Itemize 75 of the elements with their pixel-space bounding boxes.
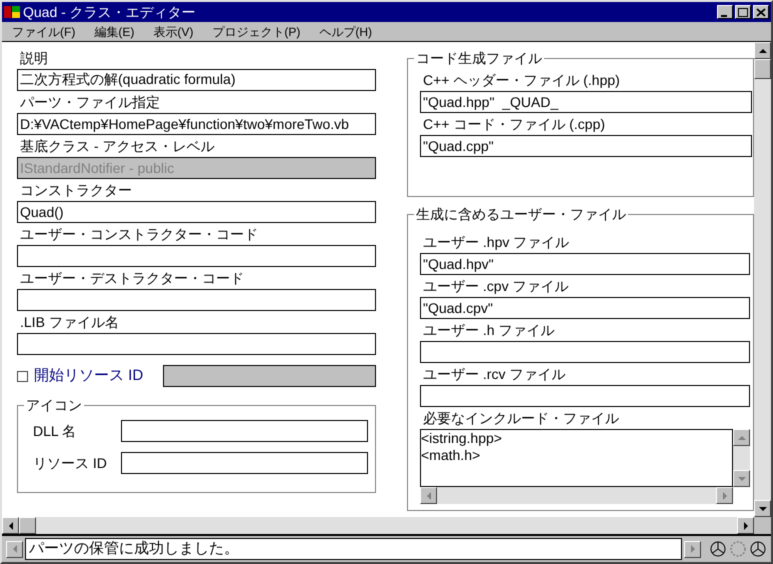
triangle-icon — [736, 434, 746, 442]
text-field[interactable]: "Quad.cpv" — [420, 297, 750, 319]
scroll-thumb[interactable] — [754, 59, 771, 79]
status-right-button[interactable] — [684, 540, 701, 558]
close-icon — [756, 8, 766, 16]
field-label: 必要なインクルード・ファイル — [422, 409, 620, 428]
text-field[interactable] — [121, 420, 368, 442]
text-field[interactable] — [420, 341, 750, 363]
scroll-up-button[interactable] — [733, 429, 750, 446]
scrollbar[interactable] — [2, 517, 754, 534]
include-line: <math.h> — [421, 447, 482, 464]
status-message: パーツの保管に成功しました。 — [25, 538, 682, 560]
text-field[interactable] — [17, 333, 376, 355]
scroll-right-button[interactable] — [737, 517, 754, 534]
text-field[interactable]: D:¥VACtemp¥HomePage¥function¥two¥moreTwo.vb — [17, 113, 376, 135]
text-field[interactable]: Quad() — [17, 201, 376, 223]
field-label: ユーザー .hpv ファイル — [422, 233, 570, 252]
scroll-thumb[interactable] — [19, 517, 36, 534]
field-label: DLL 名 — [33, 422, 78, 440]
minimize-button[interactable] — [717, 5, 733, 19]
checkbox[interactable] — [17, 370, 28, 382]
triangle-icon — [10, 544, 18, 554]
scrollbar[interactable] — [754, 42, 771, 517]
field-label: パーツ・ファイル指定 — [19, 93, 161, 112]
scrollbar[interactable] — [733, 429, 750, 487]
menu-item[interactable]: 編集(E) — [94, 22, 134, 40]
scroll-right-button[interactable] — [716, 487, 733, 504]
menu-item[interactable]: プロジェクト(P) — [212, 22, 300, 40]
field-label: 基底クラス - アクセス・レベル — [19, 137, 216, 156]
text-field[interactable]: 二次方程式の解(quadratic formula) — [17, 69, 376, 91]
scroll-left-button[interactable] — [2, 517, 19, 534]
close-button[interactable] — [753, 5, 769, 19]
include-list-field[interactable]: <istring.hpp> <math.h> — [420, 429, 733, 487]
field-label: 説明 — [19, 49, 49, 68]
scroll-down-button[interactable] — [754, 500, 771, 517]
minimize-icon — [721, 14, 727, 16]
menu-item[interactable]: 表示(V) — [153, 22, 194, 40]
scroll-left-button[interactable] — [420, 487, 437, 504]
field-label: C++ コード・ファイル (.cpp) — [422, 115, 606, 134]
triangle-icon — [758, 46, 768, 54]
field-label: ユーザー .rcv ファイル — [422, 365, 566, 384]
field-label: ユーザー・デストラクター・コード — [19, 269, 245, 288]
circle-icon — [709, 540, 727, 558]
include-line: <istring.hpp> — [421, 430, 503, 447]
scrollbar[interactable] — [420, 487, 733, 504]
text-field[interactable] — [420, 385, 750, 407]
menu-item[interactable]: ファイル(F) — [12, 22, 76, 40]
scroll-down-button[interactable] — [733, 470, 750, 487]
triangle-icon — [424, 490, 432, 500]
scroll-up-button[interactable] — [754, 42, 771, 59]
circle-icon — [749, 540, 767, 558]
field-label: C++ ヘッダー・ファイル (.hpp) — [422, 71, 621, 90]
window-title: Quad - クラス・エディター — [23, 2, 196, 22]
text-field[interactable] — [17, 245, 376, 267]
field-label: コンストラクター — [19, 181, 133, 200]
field-label: リソース ID — [33, 454, 108, 472]
checkbox-label[interactable]: 開始リソース ID — [34, 365, 144, 388]
text-field[interactable]: "Quad.hpv" — [420, 253, 750, 275]
status-left-button[interactable] — [6, 540, 23, 558]
triangle-icon — [688, 544, 696, 554]
field-label: ユーザー .h ファイル — [422, 321, 556, 340]
app-icon — [4, 6, 20, 18]
menu-item[interactable]: ヘルプ(H) — [319, 22, 372, 40]
triangle-icon — [6, 520, 14, 530]
text-field[interactable] — [17, 289, 376, 311]
field-label: ユーザー .cpv ファイル — [422, 277, 570, 296]
circle-icon — [729, 540, 747, 558]
text-field[interactable] — [121, 452, 368, 474]
text-field[interactable]: "Quad.hpp" _QUAD_ — [420, 91, 752, 113]
maximize-icon — [738, 8, 748, 16]
maximize-button[interactable] — [735, 5, 751, 19]
text-field[interactable]: "Quad.cpp" — [420, 135, 752, 157]
text-field[interactable] — [163, 365, 376, 388]
field-label: ユーザー・コンストラクター・コード — [19, 225, 259, 244]
field-label: .LIB ファイル名 — [19, 313, 120, 332]
